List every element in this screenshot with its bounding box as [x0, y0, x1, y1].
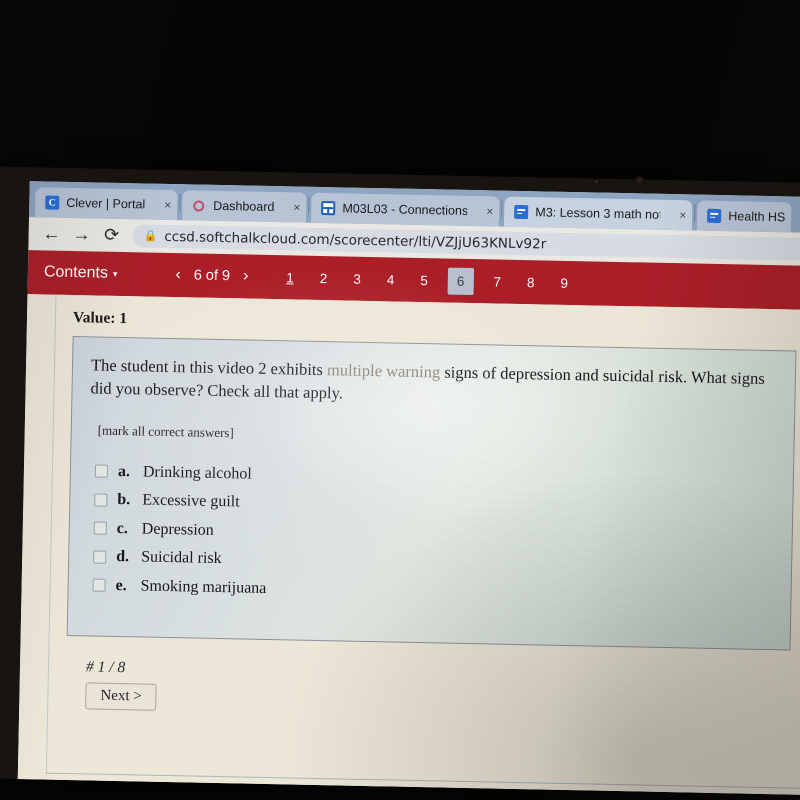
- tab-divider: [694, 203, 696, 221]
- tab-title: Clever | Portal: [66, 195, 146, 212]
- answer-choice-d[interactable]: d. Suicidal risk: [93, 548, 773, 580]
- answer-choice-e[interactable]: e. Smoking marijuana: [92, 576, 772, 608]
- browser-tab-health-hs[interactable]: Health HS: [697, 200, 792, 233]
- tab-title: Dashboard: [213, 198, 275, 215]
- choice-letter: e.: [115, 576, 127, 595]
- page-number-5[interactable]: 5: [414, 268, 434, 291]
- question-instruction: [mark all correct answers]: [97, 422, 234, 441]
- progress-indicator: # 1 / 8: [85, 658, 126, 677]
- contents-label: Contents: [43, 263, 109, 282]
- webcam-icon: [635, 176, 644, 185]
- tab-title: M03L03 - Connections: [342, 201, 468, 218]
- browser-tab-math-notes[interactable]: M3: Lesson 3 math note ×: [504, 196, 693, 231]
- answer-choice-list: a. Drinking alcohol b. Excessive guilt c…: [92, 462, 775, 608]
- page-number-1[interactable]: 1: [280, 266, 300, 289]
- chevron-down-icon: ▾: [112, 268, 118, 279]
- browser-tab-clever[interactable]: C Clever | Portal ×: [35, 187, 178, 221]
- choice-text: Smoking marijuana: [140, 577, 267, 597]
- choice-letter: b.: [117, 491, 131, 509]
- laptop-screen-region: C Clever | Portal × Dashboard × M03L03 -…: [0, 166, 800, 795]
- question-footer: # 1 / 8 Next >: [85, 658, 790, 723]
- page-number-2[interactable]: 2: [314, 266, 334, 289]
- browser-tab-connections[interactable]: M03L03 - Connections ×: [311, 192, 500, 227]
- choice-text: Suicidal risk: [141, 548, 222, 568]
- panel-bottom-divider: [45, 772, 800, 790]
- next-button[interactable]: Next >: [85, 682, 158, 711]
- page-number-6-current[interactable]: 6: [447, 267, 474, 295]
- contents-menu[interactable]: Contents ▾: [44, 263, 118, 282]
- answer-choice-c[interactable]: c. Depression: [93, 519, 774, 551]
- back-icon[interactable]: ←: [36, 221, 67, 248]
- question-text: The student in this video 2 exhibits mul…: [90, 353, 777, 414]
- checkbox-e[interactable]: [92, 578, 106, 593]
- tab-title: M3: Lesson 3 math note: [535, 205, 661, 222]
- mouse-cursor: [373, 786, 386, 795]
- tab-title: Health HS: [728, 209, 786, 225]
- question-box: The student in this video 2 exhibits mul…: [66, 336, 797, 651]
- next-page-icon[interactable]: ›: [243, 267, 249, 285]
- page-number-list: 1 2 3 4 5 6 7 8 9: [280, 264, 574, 297]
- dashboard-circle-icon: [192, 198, 206, 212]
- webcam-indicator-icon: [595, 180, 598, 183]
- document-icon: [707, 208, 722, 224]
- tab-divider: [308, 196, 310, 214]
- document-icon: [514, 204, 529, 220]
- tab-divider: [179, 193, 181, 211]
- tab-close-icon[interactable]: ×: [293, 200, 300, 214]
- clever-icon: C: [45, 195, 60, 210]
- page-number-9[interactable]: 9: [554, 271, 574, 294]
- tab-divider: [501, 200, 503, 218]
- page-stepper: ‹ 6 of 9 ›: [175, 266, 248, 285]
- tab-close-icon[interactable]: ×: [486, 204, 493, 218]
- choice-text: Excessive guilt: [142, 491, 240, 511]
- page-number-4[interactable]: 4: [381, 268, 401, 291]
- question-text-highlight: multiple warning: [326, 360, 441, 382]
- tab-close-icon[interactable]: ×: [164, 198, 171, 212]
- question-text-part1: The student in this video 2 exhibits: [90, 355, 328, 380]
- tab-close-icon[interactable]: ×: [679, 208, 686, 222]
- checkbox-b[interactable]: [94, 493, 108, 507]
- laptop-photo: C Clever | Portal × Dashboard × M03L03 -…: [0, 0, 800, 800]
- forward-icon[interactable]: →: [66, 221, 97, 248]
- choice-text: Depression: [141, 520, 214, 539]
- browser-tab-dashboard[interactable]: Dashboard ×: [181, 190, 307, 223]
- lock-icon: 🔒: [143, 229, 158, 243]
- page-number-8[interactable]: 8: [521, 271, 541, 294]
- lesson-content: Value: 1 The student in this video 2 exh…: [17, 294, 800, 795]
- grid-icon: [321, 200, 336, 216]
- choice-letter: d.: [116, 548, 130, 566]
- url-text: ccsd.softchalkcloud.com/scorecenter/lti/…: [164, 228, 547, 253]
- checkbox-d[interactable]: [93, 550, 107, 564]
- checkbox-c[interactable]: [93, 521, 107, 536]
- question-value-label: Value: 1: [72, 309, 128, 328]
- page-number-3[interactable]: 3: [347, 267, 367, 290]
- answer-choice-b[interactable]: b. Excessive guilt: [94, 491, 774, 523]
- page-position-label: 6 of 9: [193, 267, 231, 285]
- reload-icon[interactable]: ⟳: [96, 222, 127, 249]
- page-number-7[interactable]: 7: [487, 270, 507, 293]
- choice-letter: a.: [117, 462, 131, 481]
- browser-window: C Clever | Portal × Dashboard × M03L03 -…: [17, 181, 800, 795]
- checkbox-a[interactable]: [94, 464, 109, 479]
- answer-choice-a[interactable]: a. Drinking alcohol: [94, 462, 775, 494]
- choice-letter: c.: [116, 519, 129, 538]
- prev-page-icon[interactable]: ‹: [175, 266, 181, 284]
- choice-text: Drinking alcohol: [142, 463, 252, 483]
